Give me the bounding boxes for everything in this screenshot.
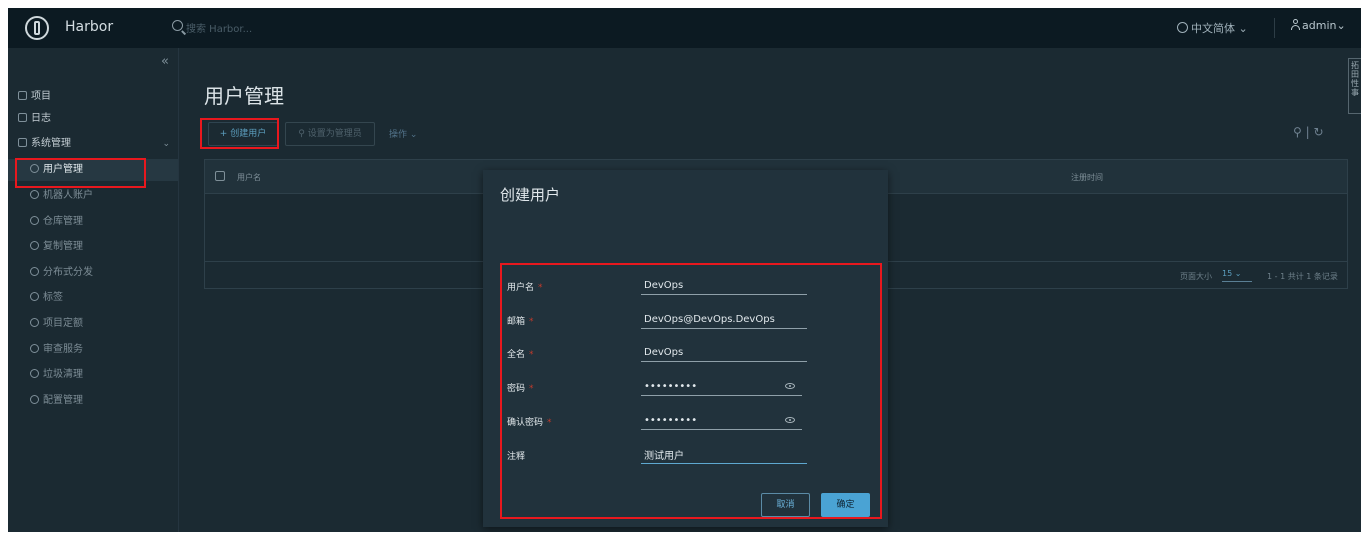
sidebar-item-label: 仓库管理	[43, 216, 83, 227]
fullname-field[interactable]	[641, 344, 807, 362]
side-tab-label: 拓 田 性 事	[1351, 61, 1359, 97]
fullname-label: 全名 *	[507, 350, 534, 360]
config-icon	[30, 395, 39, 404]
top-header: Harbor 中文简体 ⌄ admin⌄	[8, 8, 1361, 48]
page-title: 用户管理	[204, 84, 284, 108]
sidebar-item-label: 标签	[43, 292, 63, 303]
sidebar-item-registries[interactable]: 仓库管理	[8, 211, 178, 233]
harbor-logo-icon[interactable]	[25, 16, 49, 40]
required-mark: *	[529, 350, 534, 360]
search-icon[interactable]	[172, 20, 183, 31]
required-mark: *	[538, 283, 543, 293]
create-user-dialog: 创建用户 用户名* 邮箱* 全名* 密码* 确认密码* 注释 取消 确定	[483, 170, 888, 527]
sidebar-item-label: 配置管理	[43, 395, 83, 406]
sidebar-item-labels[interactable]: 标签	[8, 287, 178, 309]
dialog-title: 创建用户	[500, 186, 561, 204]
brand-name[interactable]: Harbor	[65, 19, 113, 35]
cancel-button[interactable]: 取消	[761, 493, 810, 517]
sidebar-item-garbage-collection[interactable]: 垃圾清理	[8, 364, 178, 386]
show-confirm-password-eye-icon[interactable]	[785, 417, 795, 423]
select-all-checkbox[interactable]	[215, 171, 225, 181]
sidebar-item-administration[interactable]: 系统管理 ⌄	[8, 133, 178, 155]
trash-icon	[30, 369, 39, 378]
distribution-icon	[30, 267, 39, 276]
sidebar-item-quotas[interactable]: 项目定额	[8, 313, 178, 335]
language-label: 中文简体	[1191, 22, 1235, 35]
column-registration-time[interactable]: 注册时间	[1071, 172, 1103, 183]
globe-icon	[1177, 22, 1188, 33]
collapse-sidebar-icon[interactable]: «	[161, 54, 169, 69]
global-search-input[interactable]	[184, 19, 388, 39]
sidebar-item-scanners[interactable]: 审查服务	[8, 339, 178, 361]
comment-label: 注释	[507, 452, 526, 462]
sidebar-item-label: 垃圾清理	[43, 369, 83, 380]
sidebar-item-label: 日志	[31, 113, 51, 124]
header-divider	[1274, 18, 1275, 38]
sidebar-item-label: 系统管理	[31, 138, 71, 149]
comment-field[interactable]	[641, 446, 807, 464]
search-refresh-icons[interactable]: ⚲ | ↻	[1293, 125, 1324, 139]
projects-icon	[18, 91, 27, 100]
sidebar-item-replications[interactable]: 复制管理	[8, 236, 178, 258]
ok-button[interactable]: 确定	[821, 493, 870, 517]
password-label: 密码 *	[507, 384, 534, 394]
robot-icon	[30, 190, 39, 199]
user-name: admin	[1302, 19, 1337, 32]
sidebar-item-label: 审查服务	[43, 344, 83, 355]
required-mark: *	[547, 418, 552, 428]
sidebar: « 项目 日志 系统管理 ⌄ 用户管理 机器人账户 仓库管理 复制管理 分布式分发…	[8, 48, 179, 532]
sidebar-item-label: 复制管理	[43, 241, 83, 252]
page-size-select[interactable]: 15 ⌄	[1222, 269, 1252, 282]
set-as-admin-button[interactable]: ⚲ 设置为管理员	[285, 122, 375, 146]
scanner-icon	[30, 344, 39, 353]
required-mark: *	[529, 384, 534, 394]
language-selector[interactable]: 中文简体 ⌄	[1177, 20, 1248, 36]
user-menu[interactable]: admin⌄	[1291, 19, 1346, 32]
sidebar-item-logs[interactable]: 日志	[8, 108, 178, 130]
registry-icon	[30, 216, 39, 225]
create-user-button[interactable]: + 创建用户	[208, 122, 278, 146]
replication-icon	[30, 241, 39, 250]
sidebar-item-label: 分布式分发	[43, 267, 93, 278]
sidebar-item-label: 项目定额	[43, 318, 83, 329]
harbor-app: Harbor 中文简体 ⌄ admin⌄ « 项目 日志 系统管理⌄ 用户管理 …	[8, 8, 1361, 532]
sidebar-item-label: 机器人账户	[43, 190, 93, 201]
username-field[interactable]	[641, 277, 807, 295]
sidebar-item-projects[interactable]: 项目	[8, 86, 178, 108]
logs-icon	[18, 113, 27, 122]
show-password-eye-icon[interactable]	[785, 383, 795, 389]
username-label: 用户名 *	[507, 283, 543, 293]
confirm-password-field[interactable]	[641, 412, 802, 430]
email-field[interactable]	[641, 311, 807, 329]
chevron-down-icon: ⌄	[1336, 19, 1346, 32]
column-username[interactable]: 用户名	[237, 172, 261, 183]
sidebar-item-robot-accounts[interactable]: 机器人账户	[8, 185, 178, 207]
user-icon	[1291, 19, 1300, 30]
actions-dropdown[interactable]: 操作 ⌄	[389, 127, 417, 140]
sidebar-item-users[interactable]: 用户管理	[8, 159, 178, 181]
pagination-info: 1 - 1 共计 1 条记录	[1267, 272, 1338, 281]
chevron-down-icon: ⌄	[162, 139, 170, 149]
side-event-tab[interactable]: 拓 田 性 事	[1348, 58, 1361, 114]
password-field[interactable]	[641, 378, 802, 396]
quota-icon	[30, 318, 39, 327]
sidebar-item-label: 项目	[31, 91, 51, 102]
admin-icon	[18, 138, 27, 147]
sidebar-item-configuration[interactable]: 配置管理	[8, 390, 178, 412]
page-size-label: 页面大小	[1180, 272, 1212, 281]
sidebar-item-label: 用户管理	[43, 164, 83, 175]
confirm-password-label: 确认密码 *	[507, 418, 552, 428]
required-mark: *	[529, 317, 534, 327]
email-label: 邮箱 *	[507, 317, 534, 327]
tag-icon	[30, 292, 39, 301]
users-icon	[30, 164, 39, 173]
chevron-down-icon: ⌄	[1238, 22, 1248, 35]
sidebar-item-distributions[interactable]: 分布式分发	[8, 262, 178, 284]
